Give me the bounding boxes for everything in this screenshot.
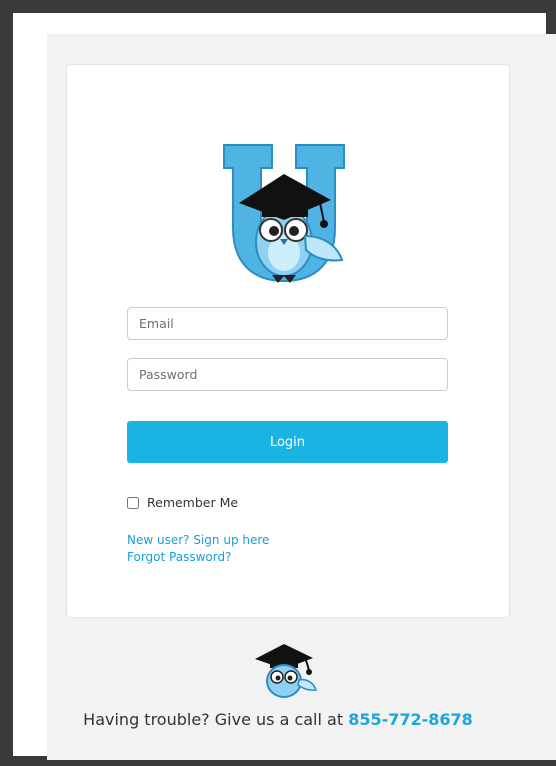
login-button[interactable]: Login: [127, 421, 448, 463]
help-text-label: Having trouble? Give us a call at: [83, 710, 349, 729]
forgot-password-link[interactable]: Forgot Password?: [127, 550, 231, 564]
remember-me-checkbox-row[interactable]: Remember Me: [127, 495, 238, 510]
signup-link[interactable]: New user? Sign up here: [127, 533, 269, 547]
owl-graduate-icon: [255, 644, 318, 698]
email-input[interactable]: [127, 307, 448, 340]
support-phone-number[interactable]: 855-772-8678: [348, 710, 473, 729]
password-input[interactable]: [127, 358, 448, 391]
help-text: Having trouble? Give us a call at 855-77…: [0, 710, 556, 729]
remember-me-checkbox[interactable]: [127, 496, 139, 509]
owl-graduate-u-logo-icon: [223, 144, 345, 283]
remember-me-label: Remember Me: [147, 495, 239, 510]
